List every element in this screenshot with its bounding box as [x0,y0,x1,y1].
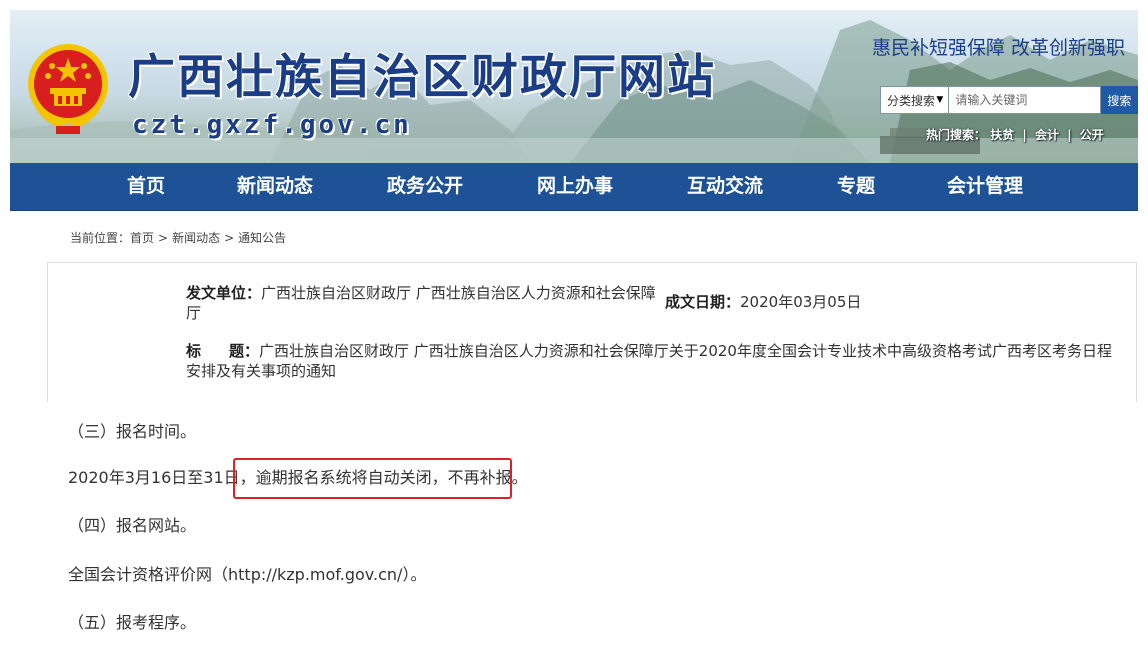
hot-search-link-accounting[interactable]: 会计 [1035,128,1059,142]
breadcrumb: 当前位置：首页 > 新闻动态 > 通知公告 [70,229,286,246]
dropdown-arrow-icon: ▼ [936,95,944,105]
breadcrumb-notices[interactable]: 通知公告 [238,231,286,245]
nav-item-topics[interactable]: 专题 [837,163,875,210]
hot-search-separator: | [1022,128,1027,142]
document-title-value: 广西壮族自治区财政厅 广西壮族自治区人力资源和社会保障厅关于2020年度全国会计… [186,342,1112,380]
search-category-label: 分类搜索 [887,93,936,108]
breadcrumb-separator: > [224,231,235,245]
breadcrumb-home[interactable]: 首页 [130,231,154,245]
issuing-unit: 发文单位：广西壮族自治区财政厅 广西壮族自治区人力资源和社会保障厅 [186,283,664,323]
registration-time-dates: 2020年3月16日至31日， [68,468,256,487]
nav-item-home[interactable]: 首页 [127,163,165,210]
national-emblem-icon [28,44,108,134]
document-date-value: 2020年03月05日 [740,293,862,311]
document-date-label: 成文日期： [665,293,741,311]
site-title: 广西壮族自治区财政厅网站 [128,50,716,105]
nav-item-accounting[interactable]: 会计管理 [947,163,1023,210]
section-5-heading: （五）报考程序。 [68,613,197,632]
hot-search: 热门搜索： 扶贫 | 会计 | 公开 [926,126,1104,143]
search-input[interactable] [949,86,1102,114]
section-4-heading: （四）报名网站。 [68,516,197,535]
document-title-label: 标 题： [186,342,259,360]
breadcrumb-news[interactable]: 新闻动态 [172,231,220,245]
nav-item-interaction[interactable]: 互动交流 [687,163,763,210]
issuing-unit-label: 发文单位： [186,284,262,302]
highlight-box [233,458,512,499]
nav-item-news[interactable]: 新闻动态 [237,163,313,210]
main-nav: 首页 新闻动态 政务公开 网上办事 互动交流 专题 会计管理 [10,163,1138,211]
breadcrumb-separator: > [158,231,169,245]
hot-search-label: 热门搜索： [926,128,987,142]
site-domain: czt.gxzf.gov.cn [132,110,412,140]
search-bar: 分类搜索 ▼ 搜索 [880,86,1138,114]
document-date: 成文日期：2020年03月05日 [665,292,861,312]
search-category-select[interactable]: 分类搜索 ▼ [880,86,950,114]
hot-search-link-public[interactable]: 公开 [1080,128,1104,142]
document-title-label-part1: 标 [186,342,202,360]
hot-search-separator: | [1067,128,1072,142]
nav-item-online-services[interactable]: 网上办事 [537,163,613,210]
breadcrumb-label: 当前位置： [70,231,131,245]
document-title: 标 题：广西壮族自治区财政厅 广西壮族自治区人力资源和社会保障厅关于2020年度全… [186,341,1126,381]
document-title-label-part2: 题： [229,342,260,360]
section-3-heading: （三）报名时间。 [68,422,197,441]
document-info-box: 发文单位：广西壮族自治区财政厅 广西壮族自治区人力资源和社会保障厅 成文日期：2… [47,262,1137,402]
hot-search-link-poverty[interactable]: 扶贫 [990,128,1014,142]
nav-item-government-affairs[interactable]: 政务公开 [387,163,463,210]
slogan: 惠民补短强保障 改革创新强职 [872,37,1126,59]
search-button[interactable]: 搜索 [1101,86,1138,114]
header-banner: 广西壮族自治区财政厅网站 czt.gxzf.gov.cn 惠民补短强保障 改革创… [10,10,1138,163]
registration-website-line: 全国会计资格评价网（http://kzp.mof.gov.cn/）。 [68,565,427,584]
